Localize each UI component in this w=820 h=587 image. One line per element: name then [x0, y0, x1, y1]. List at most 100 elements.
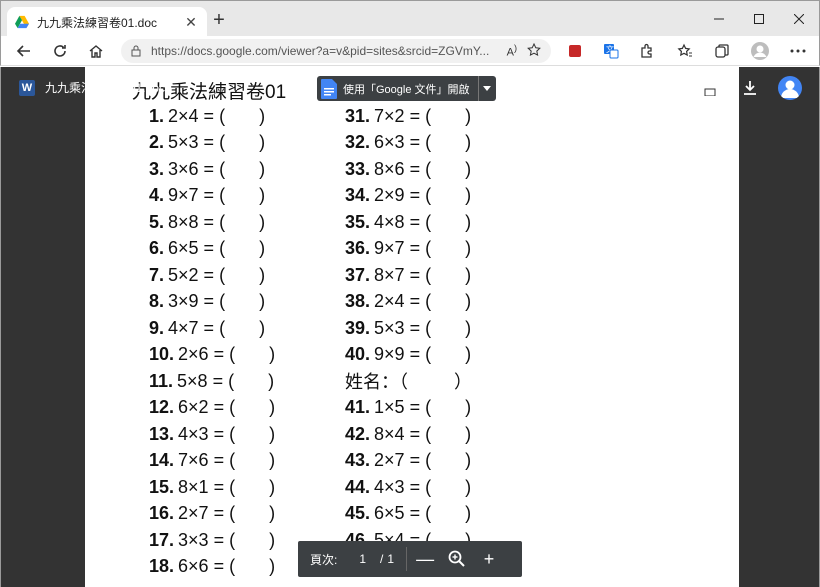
page-separator: / [380, 552, 384, 566]
print-button[interactable] [697, 75, 723, 101]
problem-close-paren: ) [268, 370, 275, 391]
address-bar[interactable]: https://docs.google.com/viewer?a=v&pid=s… [121, 39, 551, 63]
settings-menu-button[interactable] [787, 40, 809, 62]
problem-expression: 9×7 = ( [168, 185, 226, 206]
reload-button[interactable] [49, 40, 71, 62]
page-control-divider [406, 547, 408, 571]
read-aloud-icon[interactable]: A) [507, 43, 517, 59]
back-button[interactable] [13, 40, 35, 62]
open-with-label: 使用「Google 文件」開啟 [343, 83, 470, 96]
problem-close-paren: ) [465, 450, 472, 471]
problem-close-paren: ) [259, 211, 266, 232]
problem-expression: 5×3 = ( [374, 317, 432, 338]
problem-expression: 2×9 = ( [374, 185, 432, 206]
right-column: 31. 7×2 = () 32. 6×3 = () 33. 8×6 = () 34. 2×9 … [345, 103, 472, 580]
problem-close-paren: ) [259, 291, 266, 312]
problem-close-paren: ) [465, 344, 472, 365]
problem-row: 10. 2×6 = () [149, 342, 275, 369]
problem-number: 2. [149, 132, 165, 153]
problem-row: 2. 5×3 = () [149, 130, 275, 157]
problem-expression: 4×3 = ( [374, 476, 432, 497]
extension-red-button[interactable] [564, 40, 586, 62]
total-pages: 1 [387, 552, 395, 566]
problem-number: 32. [345, 132, 371, 153]
problem-close-paren: ) [269, 556, 276, 577]
problem-close-paren: ) [269, 423, 276, 444]
home-icon [89, 45, 103, 58]
problem-row: 34. 2×9 = () [345, 183, 472, 210]
problem-row: 35. 4×8 = () [345, 209, 472, 236]
problem-number: 45. [345, 503, 371, 524]
problem-row: 5. 8×8 = () [149, 209, 275, 236]
zoom-in-button[interactable]: + [475, 545, 503, 573]
problem-number: 4. [149, 185, 165, 206]
problem-expression: 6×5 = ( [374, 503, 432, 524]
problem-number: 9. [149, 317, 165, 338]
problem-row: 4. 9×7 = () [149, 183, 275, 210]
problem-row: 44. 4×3 = () [345, 474, 472, 501]
maximize-button[interactable] [739, 1, 779, 37]
problem-number: 33. [345, 158, 371, 179]
add-to-drive-button[interactable] [657, 75, 683, 101]
problem-close-paren: ) [465, 211, 472, 232]
zoom-fit-button[interactable] [443, 545, 471, 573]
problem-number: 38. [345, 291, 371, 312]
problem-number: 12. [149, 397, 175, 418]
user-avatar-icon [781, 80, 799, 98]
home-button[interactable] [85, 40, 107, 62]
open-with-google-docs-button[interactable]: 使用「Google 文件」開啟 [317, 76, 496, 101]
problem-number: 7. [149, 264, 165, 285]
add-favorite-icon[interactable] [527, 43, 541, 57]
maximize-icon [754, 14, 764, 24]
download-icon [744, 81, 756, 95]
translate-button[interactable]: 文 [600, 40, 622, 62]
close-tab-icon[interactable]: ✕ [183, 14, 199, 30]
problem-number: 36. [345, 238, 371, 259]
browser-tab[interactable]: 九九乘法練習卷01.doc ✕ [7, 7, 207, 37]
problem-close-paren: ) [465, 185, 472, 206]
browser-toolbar: https://docs.google.com/viewer?a=v&pid=s… [0, 36, 820, 66]
extensions-button[interactable] [636, 40, 658, 62]
problem-expression: 5×8 = ( [177, 370, 235, 391]
problem-number: 40. [345, 344, 371, 365]
problem-number: 8. [149, 291, 165, 312]
name-label: 姓名：（ [345, 372, 408, 393]
problem-close-paren: ) [465, 264, 472, 285]
problem-number: 10. [149, 344, 175, 365]
minimize-button[interactable] [699, 1, 739, 37]
problem-close-paren: ) [259, 158, 266, 179]
zoom-out-button[interactable]: — [411, 545, 439, 573]
tab-strip: 九九乘法練習卷01.doc ✕ + [0, 0, 820, 37]
puzzle-icon [641, 43, 652, 58]
page-label: 頁次: [310, 552, 338, 567]
problem-close-paren: ) [465, 238, 472, 259]
left-column: 1. 2×4 = () 2. 5×3 = () 3. 3×6 = () 4. 9×7 = ()… [149, 103, 275, 580]
zoom-magnifier-icon [448, 550, 465, 567]
close-window-button[interactable] [779, 1, 819, 37]
new-tab-button[interactable]: + [209, 10, 229, 30]
problem-row: 33. 8×6 = () [345, 156, 472, 183]
problem-expression: 6×2 = ( [178, 397, 236, 418]
problem-expression: 8×4 = ( [374, 423, 432, 444]
problem-number: 43. [345, 450, 371, 471]
problem-expression: 3×6 = ( [168, 158, 226, 179]
account-button[interactable] [777, 75, 803, 101]
profile-button[interactable] [749, 40, 771, 62]
open-with-dropdown[interactable] [477, 76, 496, 101]
favorites-button[interactable] [674, 40, 696, 62]
problem-close-paren: ) [259, 317, 266, 338]
lock-icon [131, 45, 141, 57]
problem-expression: 6×6 = ( [178, 556, 236, 577]
caret-down-icon [483, 86, 492, 91]
collections-button[interactable] [711, 40, 733, 62]
problem-expression: 7×6 = ( [178, 450, 236, 471]
problem-expression: 4×7 = ( [168, 317, 226, 338]
add-to-drive-icon [662, 81, 679, 96]
problem-expression: 5×2 = ( [168, 264, 226, 285]
document-page: 九九乘法練習卷01 1. 2×4 = () 2. 5×3 = () 3. 3×6 = ()… [85, 67, 739, 587]
google-drive-icon [15, 15, 29, 29]
problem-close-paren: ) [465, 476, 472, 497]
current-page-input[interactable]: 1 [359, 552, 366, 566]
download-button[interactable] [737, 75, 763, 101]
problem-row: 8. 3×9 = () [149, 289, 275, 316]
